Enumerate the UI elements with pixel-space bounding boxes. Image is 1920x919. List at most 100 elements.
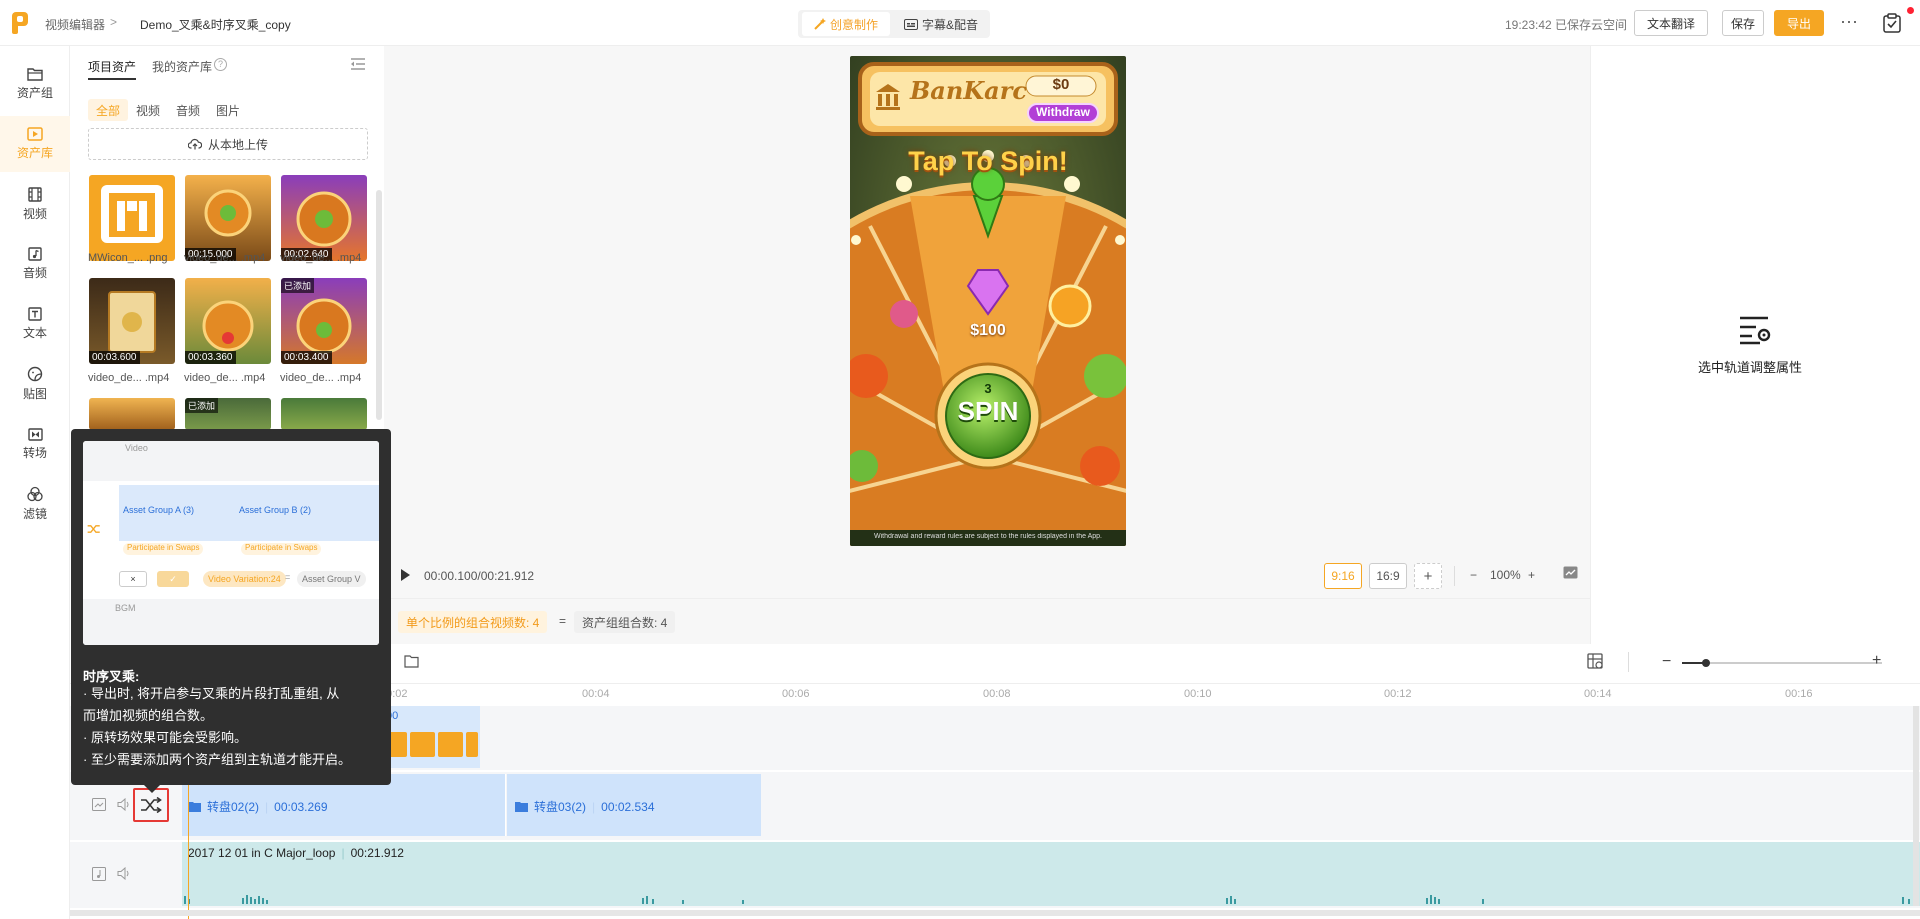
rail-label: 贴图: [22, 387, 47, 401]
clip-sep: |: [341, 846, 345, 860]
asset-thumb-video[interactable]: [89, 398, 175, 430]
app-logo-icon[interactable]: [12, 12, 30, 34]
rail-asset-library[interactable]: 资产库: [0, 116, 70, 172]
rail-sticker[interactable]: 贴图: [0, 356, 70, 412]
asset-duration: 00:03.400: [281, 351, 332, 364]
properties-panel: [1590, 46, 1920, 644]
timeline-zoom-out[interactable]: −: [1662, 653, 1671, 671]
upload-local-button[interactable]: 从本地上传: [88, 128, 368, 160]
timeline-ruler[interactable]: [182, 682, 1920, 704]
asset-thumb-mwicon[interactable]: [89, 175, 175, 261]
tab-creative[interactable]: 创意制作: [802, 12, 890, 36]
illus-group-b: Asset Group B (2): [239, 505, 312, 515]
collapse-panel-icon[interactable]: [350, 58, 366, 70]
music-icon: [28, 247, 42, 261]
folder-icon: [188, 802, 201, 812]
ruler-tick: 00:16: [1785, 688, 1813, 700]
fit-screen-icon[interactable]: [1563, 566, 1578, 579]
tooltip-line: · 原转场效果可能会受影响。: [83, 730, 247, 745]
ratio-16-9-button[interactable]: 16:9: [1369, 563, 1407, 589]
ruler-tick: 00:06: [782, 688, 810, 700]
slider-handle[interactable]: [1702, 659, 1710, 667]
withdraw-button: Withdraw: [1036, 105, 1090, 119]
task-list-icon[interactable]: [1883, 13, 1901, 33]
save-button[interactable]: 保存: [1722, 10, 1764, 36]
illus-group-a: Asset Group A (3): [123, 505, 195, 515]
timeline-settings-icon[interactable]: [1587, 653, 1604, 670]
asset-thumb-video[interactable]: [281, 398, 367, 430]
rail-asset-group[interactable]: 资产组: [0, 56, 70, 112]
tab-subtitle[interactable]: 字幕&配音: [896, 12, 986, 36]
filter-video[interactable]: 视频: [128, 99, 168, 121]
audio-name: 2017 12 01 in C Major_loop: [188, 846, 336, 860]
tab-project-assets[interactable]: 项目资产: [88, 58, 136, 75]
breadcrumb-video-editor[interactable]: 视频编辑器: [45, 16, 105, 33]
play-button[interactable]: [398, 568, 412, 582]
timeline-horizontal-scrollbar[interactable]: [70, 910, 1920, 916]
sticker-icon: [27, 366, 43, 382]
volume-icon[interactable]: [117, 867, 131, 880]
filter-all[interactable]: 全部: [88, 99, 129, 121]
audio-clip[interactable]: 2017 12 01 in C Major_loop | 00:21.912: [182, 842, 1920, 906]
asset-thumb-video[interactable]: 00:02.640: [281, 175, 367, 261]
translate-button[interactable]: 文本翻译: [1634, 10, 1708, 36]
clip-duration: 00:02.534: [601, 799, 655, 814]
asset-thumb-video[interactable]: 00:15.000: [185, 175, 271, 261]
rail-filter[interactable]: 滤镜: [0, 476, 70, 532]
new-folder-icon[interactable]: [404, 655, 419, 668]
audio-waveform: [184, 895, 1910, 904]
audio-duration: 00:21.912: [350, 846, 404, 860]
filter-audio[interactable]: 音频: [168, 99, 208, 121]
track-settings-icon: [1738, 315, 1772, 345]
single-ratio-combos: 单个比例的组合视频数: 4: [398, 611, 548, 633]
text-icon: [28, 307, 42, 321]
asset-thumb-video[interactable]: 00:03.360: [185, 278, 271, 364]
rail-transition[interactable]: 转场: [0, 416, 70, 472]
rail-label: 资产库: [16, 146, 53, 160]
clip-sep: |: [592, 799, 596, 814]
game-headline: Tap To Spin!: [908, 146, 1068, 176]
illus-variation: Video Variation:24: [203, 571, 286, 587]
asset-scrollbar[interactable]: [376, 190, 382, 420]
tab-my-assets[interactable]: 我的资产库: [152, 58, 212, 75]
rail-text[interactable]: 文本: [0, 296, 70, 352]
asset-name: MWicon_... .png: [88, 252, 168, 264]
asset-duration: 00:03.600: [89, 351, 140, 364]
tooltip-title: 时序叉乘:: [83, 669, 140, 684]
divider: [1628, 652, 1629, 672]
notification-dot: [1907, 7, 1914, 14]
zoom-out-button[interactable]: −: [1470, 568, 1477, 582]
asset-group-clip[interactable]: 转盘03(2) | 00:02.534: [507, 774, 761, 836]
add-ratio-button[interactable]: +: [1414, 563, 1442, 589]
help-icon[interactable]: ?: [214, 58, 227, 71]
rail-label: 文本: [22, 326, 47, 340]
asset-thumb-video[interactable]: 已添加 00:03.400: [281, 278, 367, 364]
illus-bgm-label: BGM: [115, 603, 136, 613]
tab-creative-label: 创意制作: [829, 17, 878, 32]
timeline-vertical-scrollbar[interactable]: [1913, 706, 1919, 906]
added-tag: 已添加: [281, 278, 315, 293]
rail-video[interactable]: 视频: [0, 176, 70, 232]
filter-image[interactable]: 图片: [208, 99, 248, 121]
more-menu-button[interactable]: ···: [1840, 11, 1858, 32]
timeline-zoom-slider[interactable]: [1682, 659, 1882, 667]
rail-audio[interactable]: 音频: [0, 236, 70, 292]
volume-icon[interactable]: [117, 798, 131, 811]
music-track-icon[interactable]: [92, 867, 106, 881]
asset-thumb-video[interactable]: 已添加: [185, 398, 271, 430]
frame-thumb: [466, 732, 478, 757]
illus-participate-b: Participate in Swaps: [241, 543, 322, 555]
asset-name: video_de... .mp4: [88, 372, 170, 384]
export-button[interactable]: 导出: [1774, 10, 1824, 36]
illus-shuffle-col: [83, 485, 119, 585]
zoom-in-button[interactable]: +: [1528, 568, 1535, 582]
video-preview[interactable]: BanKarc $0 Withdraw Tap To Spin! $100 3 …: [850, 56, 1126, 546]
properties-hint: 选中轨道调整属性: [1698, 360, 1803, 375]
tab-underline: [88, 78, 136, 80]
timeline-zoom-in[interactable]: +: [1872, 652, 1881, 670]
illus-group-v: Asset Group V: [297, 571, 366, 587]
asset-thumb-video[interactable]: 00:03.600: [89, 278, 175, 364]
ratio-9-16-button[interactable]: 9:16: [1324, 563, 1362, 589]
track-image-icon[interactable]: [92, 798, 106, 811]
prize-center: $100: [970, 322, 1006, 339]
